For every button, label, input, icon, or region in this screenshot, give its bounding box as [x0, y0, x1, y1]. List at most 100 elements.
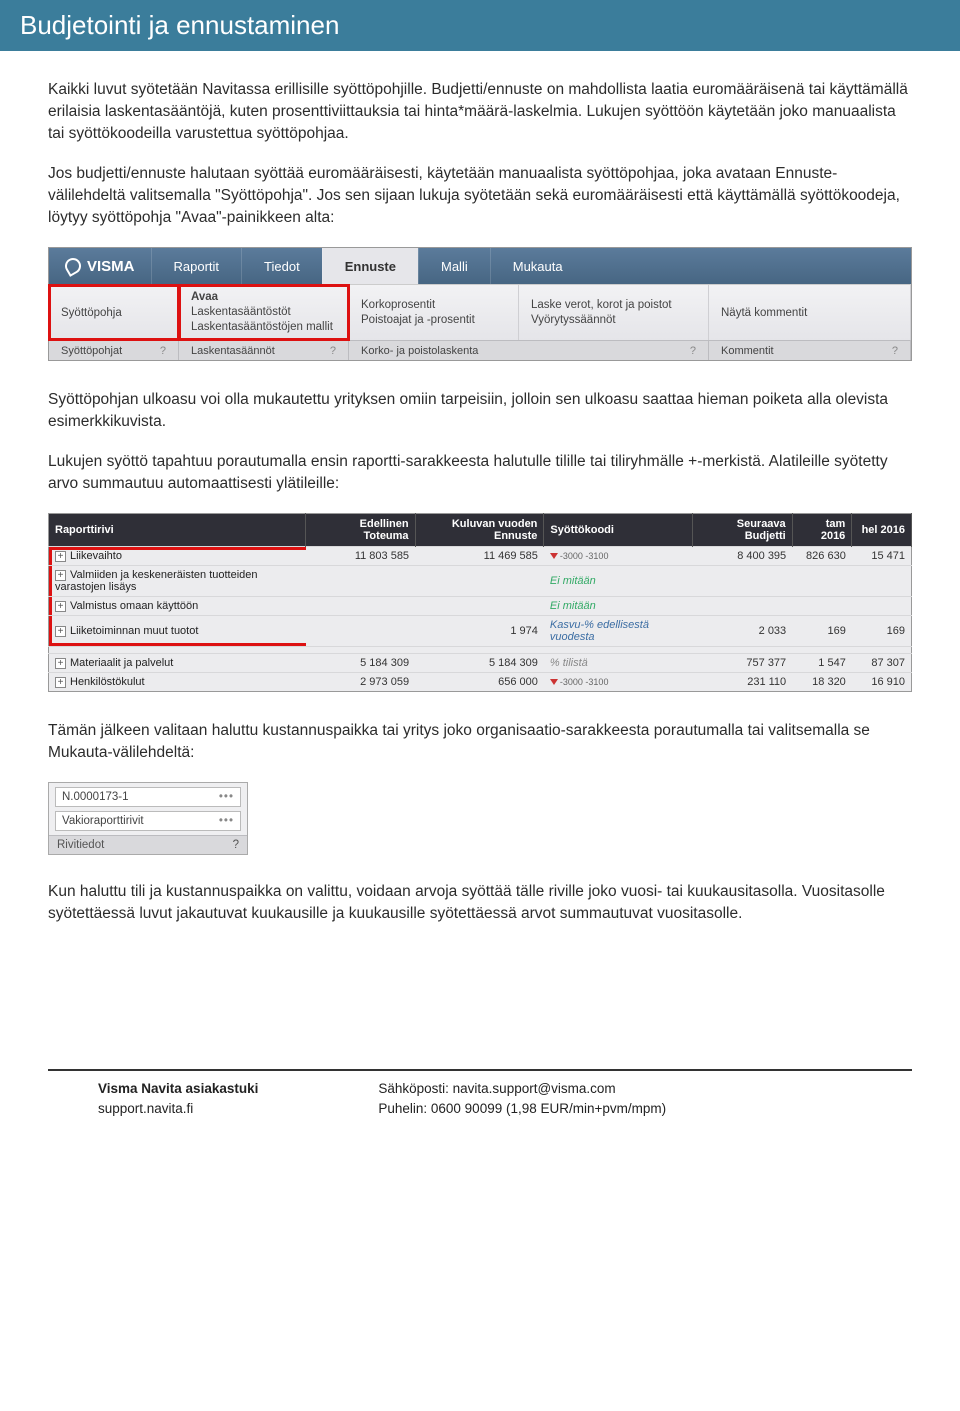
table-row[interactable]: +Materiaalit ja palvelut5 184 3095 184 3… — [49, 654, 912, 673]
row-label: +Henkilöstökulut — [49, 673, 306, 692]
cell: 5 184 309 — [415, 654, 544, 673]
expand-icon[interactable]: + — [55, 570, 66, 581]
row-label — [49, 647, 306, 654]
popup-field[interactable]: Vakioraporttirivit ••• — [55, 811, 241, 831]
ribbon-label: Laskentasääntöstöjen mallit — [191, 320, 336, 335]
cell: 826 630 — [792, 547, 852, 566]
expand-icon[interactable]: + — [55, 658, 66, 669]
cell — [415, 566, 544, 597]
ribbon-label: Laskentasääntöstöt — [191, 305, 336, 320]
ribbon-group-laske[interactable]: Laske verot, korot ja poistot Vyörytyssä… — [519, 285, 709, 340]
code-cell: Ei mitään — [544, 597, 693, 616]
cell: 757 377 — [693, 654, 792, 673]
cell: 11 469 585 — [415, 547, 544, 566]
ribbon-label: Näytä kommentit — [721, 307, 898, 319]
paragraph: Lukujen syöttö tapahtuu porautumalla ens… — [48, 451, 912, 495]
table-row[interactable]: +Valmistus omaan käyttöön Ei mitään — [49, 597, 912, 616]
cell: 2 973 059 — [306, 673, 415, 692]
cell: 87 307 — [852, 654, 912, 673]
paragraph: Jos budjetti/ennuste halutaan syöttää eu… — [48, 163, 912, 229]
col-header: Seuraava Budjetti — [693, 514, 792, 547]
ellipsis-icon[interactable]: ••• — [219, 815, 234, 827]
cell: 5 184 309 — [306, 654, 415, 673]
ribbon-footer-label: Laskentasäännöt? — [179, 341, 349, 360]
ribbon-group-kommentit[interactable]: Näytä kommentit — [709, 285, 911, 340]
tab-tiedot[interactable]: Tiedot — [241, 248, 322, 284]
cell — [306, 566, 415, 597]
row-label: +Valmiiden ja keskeneräisten tuotteiden … — [49, 566, 306, 597]
cell — [693, 597, 792, 616]
table-row[interactable]: +Liikevaihto11 803 58511 469 585-3000 -3… — [49, 547, 912, 566]
ribbon-label: Korkoprosentit — [361, 298, 506, 313]
col-header: hel 2016 — [852, 514, 912, 547]
expand-icon[interactable]: + — [55, 626, 66, 637]
footer-text: Sähköposti: navita.support@visma.com — [378, 1079, 666, 1099]
ribbon-group-avaa[interactable]: Avaa Laskentasääntöstöt Laskentasääntöst… — [179, 285, 349, 340]
table-row[interactable]: +Liiketoiminnan muut tuotot1 974Kasvu-% … — [49, 616, 912, 647]
cell — [852, 647, 912, 654]
col-header: Kuluvan vuoden Ennuste — [415, 514, 544, 547]
help-icon[interactable]: ? — [892, 345, 898, 357]
expand-icon[interactable]: + — [55, 551, 66, 562]
cell: 11 803 585 — [306, 547, 415, 566]
brand-text: VISMA — [87, 258, 135, 275]
paragraph: Kun haluttu tili ja kustannuspaikka on v… — [48, 881, 912, 925]
row-label: +Valmistus omaan käyttöön — [49, 597, 306, 616]
cell: 15 471 — [852, 547, 912, 566]
popup-value: N.0000173-1 — [62, 791, 129, 803]
arrow-down-icon — [550, 679, 558, 685]
footer-text: Visma Navita asiakastuki — [98, 1079, 258, 1099]
tab-mukauta[interactable]: Mukauta — [490, 248, 585, 284]
help-icon[interactable]: ? — [160, 345, 166, 357]
cell — [792, 647, 852, 654]
cell: 8 400 395 — [693, 547, 792, 566]
popup-value: Vakioraporttirivit — [62, 815, 144, 827]
footer-text: Puhelin: 0600 90099 (1,98 EUR/min+pvm/mp… — [378, 1099, 666, 1119]
cell — [693, 566, 792, 597]
table-row[interactable] — [49, 647, 912, 654]
cell: 231 110 — [693, 673, 792, 692]
visma-ribbon-screenshot: VISMA Raportit Tiedot Ennuste Malli Muka… — [48, 247, 912, 361]
cell — [306, 616, 415, 647]
ribbon-footer-label: Kommentit? — [709, 341, 911, 360]
tab-malli[interactable]: Malli — [418, 248, 490, 284]
help-icon[interactable]: ? — [690, 345, 696, 357]
report-table-screenshot: Raporttirivi Edellinen Toteuma Kuluvan v… — [48, 513, 912, 692]
doc-footer: Visma Navita asiakastuki support.navita.… — [48, 1079, 912, 1118]
cell: 1 547 — [792, 654, 852, 673]
col-header: tam 2016 — [792, 514, 852, 547]
cell — [306, 647, 415, 654]
cell — [306, 597, 415, 616]
ribbon-group-korko[interactable]: Korkoprosentit Poistoajat ja -prosentit — [349, 285, 519, 340]
code-cell: Ei mitään — [544, 566, 693, 597]
col-header: Syöttökoodi — [544, 514, 693, 547]
cell: 169 — [792, 616, 852, 647]
ellipsis-icon[interactable]: ••• — [219, 791, 234, 803]
cell — [792, 566, 852, 597]
help-icon[interactable]: ? — [330, 345, 336, 357]
tab-ennuste[interactable]: Ennuste — [322, 248, 418, 284]
cell — [792, 597, 852, 616]
cell: 16 910 — [852, 673, 912, 692]
cell — [415, 597, 544, 616]
row-label: +Materiaalit ja palvelut — [49, 654, 306, 673]
cell: 1 974 — [415, 616, 544, 647]
tab-raportit[interactable]: Raportit — [151, 248, 242, 284]
ribbon-label: Syöttöpohja — [61, 307, 166, 319]
code-cell: -3000 -3100 — [544, 547, 693, 566]
table-row[interactable]: +Henkilöstökulut2 973 059656 000-3000 -3… — [49, 673, 912, 692]
footer-separator — [48, 1069, 912, 1071]
footer-text: support.navita.fi — [98, 1099, 258, 1119]
help-icon[interactable]: ? — [233, 839, 239, 851]
popup-field[interactable]: N.0000173-1 ••• — [55, 787, 241, 807]
ribbon-group-syottopohja[interactable]: Syöttöpohja — [49, 285, 179, 340]
cell: 169 — [852, 616, 912, 647]
cell: 18 320 — [792, 673, 852, 692]
ribbon-label: Poistoajat ja -prosentit — [361, 313, 506, 328]
col-raporttirivi: Raporttirivi — [49, 514, 306, 547]
ribbon-label: Vyörytyssäännöt — [531, 313, 696, 328]
visma-swirl-icon — [62, 255, 84, 277]
expand-icon[interactable]: + — [55, 677, 66, 688]
expand-icon[interactable]: + — [55, 601, 66, 612]
table-row[interactable]: +Valmiiden ja keskeneräisten tuotteiden … — [49, 566, 912, 597]
